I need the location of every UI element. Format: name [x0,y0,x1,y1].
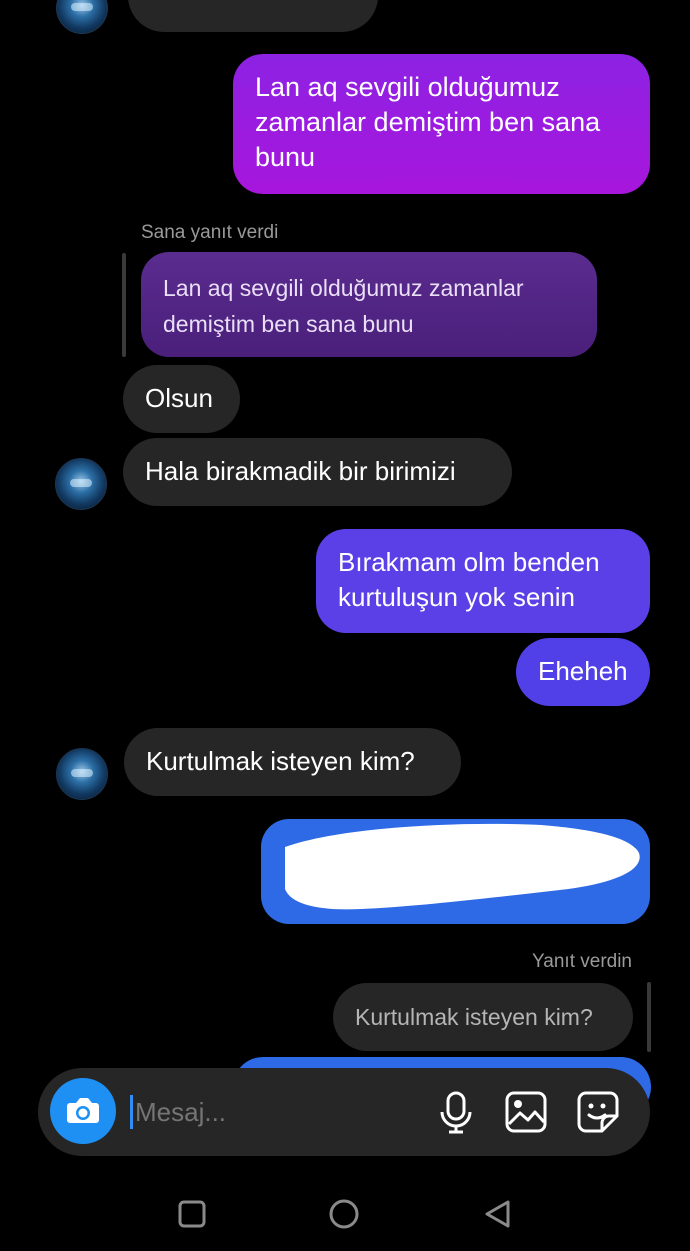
reply-label: Sana yanıt verdi [141,222,279,243]
back-icon[interactable] [483,1199,513,1229]
sent-message[interactable]: Lan aq sevgili olduğumuz zamanlar demişt… [233,54,650,194]
message-text: Olsun [145,383,213,413]
message-text: Bırakmam olm benden kurtuluşun yok senin [338,547,600,612]
quoted-message[interactable]: Kurtulmak isteyen kim? [333,983,633,1051]
received-message[interactable]: Kurtulmak isteyen kim? [124,728,461,796]
received-message[interactable]: Hala birakmadik bir birimizi [123,438,512,506]
image-icon[interactable] [504,1090,548,1134]
camera-icon [67,1098,99,1123]
reply-label: Yanıt verdin [532,951,632,972]
camera-button[interactable] [50,1078,116,1144]
message-text: Hala birakmadik bir birimizi [145,456,456,486]
message-text: Lan aq sevgili olduğumuz zamanlar demişt… [255,72,601,172]
recent-apps-icon[interactable] [177,1199,207,1229]
redaction-scribble [285,823,640,910]
sent-message[interactable]: Bırakmam olm benden kurtuluşun yok senin [316,529,650,633]
quote-bar [122,253,126,357]
contact-avatar[interactable] [55,458,107,510]
sent-message-redacted[interactable] [261,819,650,924]
message-bubble-partial [128,0,378,32]
message-text: Eheheh [538,656,628,686]
quoted-text: Kurtulmak isteyen kim? [355,1004,593,1030]
sent-message[interactable]: Eheheh [516,638,650,706]
message-input[interactable] [133,1088,427,1136]
quoted-message[interactable]: Lan aq sevgili olduğumuz zamanlar demişt… [141,252,597,357]
microphone-icon[interactable] [436,1090,476,1134]
received-message[interactable]: Olsun [123,365,240,433]
contact-avatar[interactable] [56,0,108,34]
home-icon[interactable] [328,1198,360,1230]
message-composer [38,1068,650,1156]
message-text: Kurtulmak isteyen kim? [146,746,415,776]
sticker-icon[interactable] [576,1090,620,1134]
contact-avatar[interactable] [56,748,108,800]
quoted-text: Lan aq sevgili olduğumuz zamanlar demişt… [163,275,524,337]
quote-bar [647,982,651,1052]
